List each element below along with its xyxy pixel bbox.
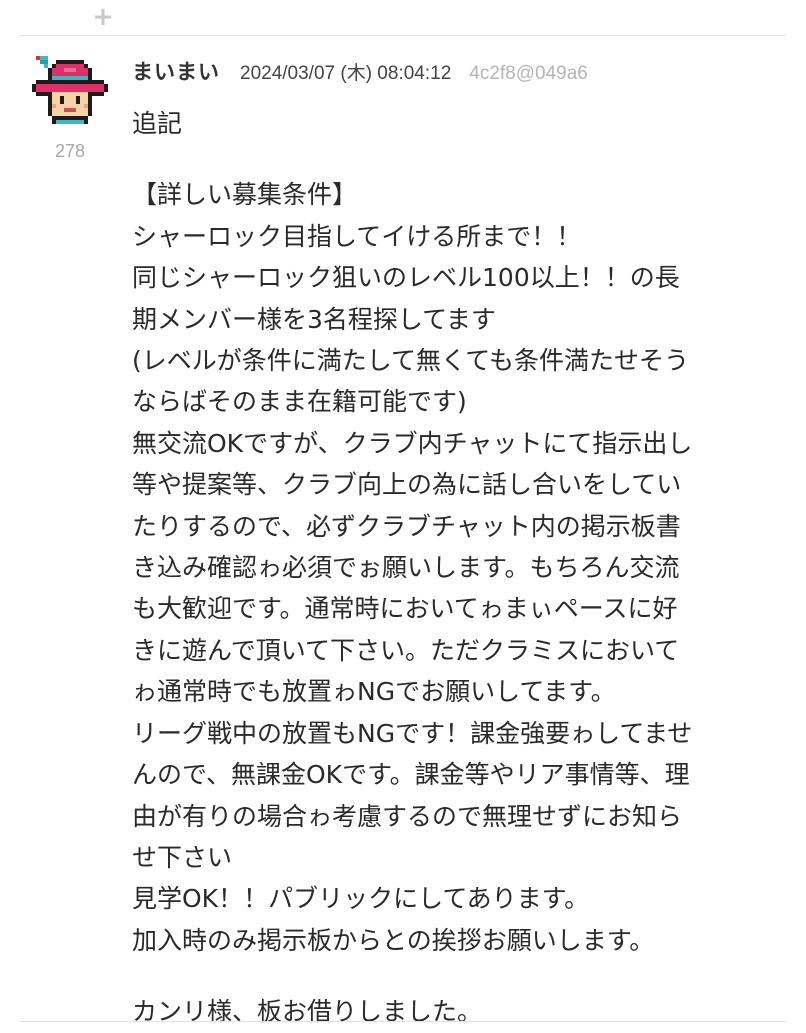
post-line: (レベルが条件に満たして無くても条件満たせそう: [132, 346, 690, 376]
post-line: ならばそのまま在籍可能です): [132, 387, 467, 417]
post-line: 期メンバー様を3名程探してます: [132, 304, 496, 334]
post-timestamp: 2024/03/07 (木) 08:04:12: [240, 63, 452, 84]
post-header: まいまい 2024/03/07 (木) 08:04:12 4c2f8@049a6: [132, 56, 588, 88]
username[interactable]: まいまい: [132, 56, 220, 86]
post-line: も大歓迎です。通常時においてゎまぃペースに好: [132, 594, 678, 624]
post-line: せ下さい: [132, 842, 233, 872]
post-line: 等や提案等、クラブ向上の為に話し合いをしてい: [132, 470, 682, 500]
post-line: 同じシャーロック狙いのレベル100以上！！の長: [132, 263, 680, 293]
post-line: 由が有りの場合ゎ考慮するので無理せずにお知ら: [132, 801, 683, 831]
post-line: シャーロック目指してイける所まで！！: [132, 221, 582, 251]
post-line: 無交流OKですが、クラブ内チャットにて指示出し: [132, 428, 693, 458]
bottom-divider: [20, 1021, 786, 1022]
post-line: きに遊んで頂いて下さい。ただクラミスにおいて: [132, 635, 680, 665]
post-line: 加入時のみ掲示板からとの挨拶お願いします。: [132, 925, 655, 955]
post-body: 追記 【詳しい募集条件】 シャーロック目指してイける所まで！！ 同じシャーロック…: [132, 103, 782, 1033]
user-avatar[interactable]: [28, 52, 112, 136]
post-line: たりするので、必ずクラブチャット内の掲示板書: [132, 511, 681, 541]
post-closing: カンリ様、板お借りしました。: [132, 997, 483, 1027]
post-line: 【詳しい募集条件】: [132, 180, 358, 210]
post-line: 見学OK！！パブリックにしてあります。: [132, 884, 590, 914]
post-line: リーグ戦中の放置もNGです！課金強要ゎしてませ: [132, 718, 693, 748]
post-heading: 追記: [132, 109, 183, 138]
add-icon[interactable]: +: [92, 4, 114, 30]
post-line: き込み確認ゎ必須でぉ願いします。もちろん交流: [132, 553, 680, 583]
avatar-post-count: 278: [54, 141, 86, 161]
top-divider: [20, 35, 786, 36]
post-id[interactable]: 4c2f8@049a6: [469, 63, 588, 85]
post-line: んので、無課金OKです。課金等やリア事情等、理: [132, 760, 690, 790]
pixel-character-avatar-icon: [32, 56, 108, 124]
post-line: ゎ通常時でも放置ゎNGでお願いしてます。: [132, 677, 616, 707]
